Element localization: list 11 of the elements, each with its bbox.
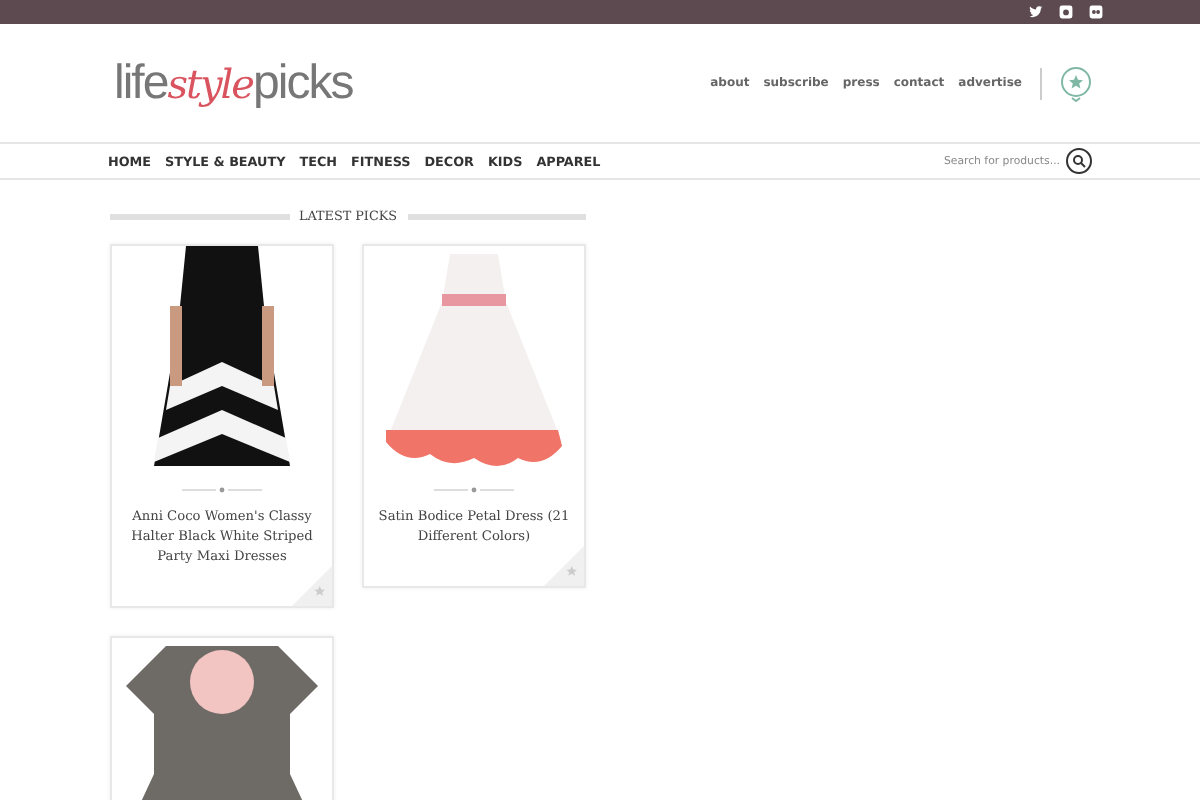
- search-icon: [1072, 154, 1086, 168]
- star-corner-icon[interactable]: [544, 546, 584, 586]
- twitter-icon[interactable]: [1028, 4, 1044, 20]
- flickr-icon[interactable]: [1088, 4, 1104, 20]
- divider-ornament-icon: [434, 486, 514, 494]
- divider-ornament-icon: [182, 486, 262, 494]
- search-button[interactable]: [1066, 148, 1092, 174]
- instagram-icon[interactable]: [1058, 4, 1074, 20]
- star-corner-icon[interactable]: [292, 566, 332, 606]
- star-badge-icon[interactable]: [1060, 65, 1092, 101]
- site-logo[interactable]: lifestylepicks: [114, 55, 353, 111]
